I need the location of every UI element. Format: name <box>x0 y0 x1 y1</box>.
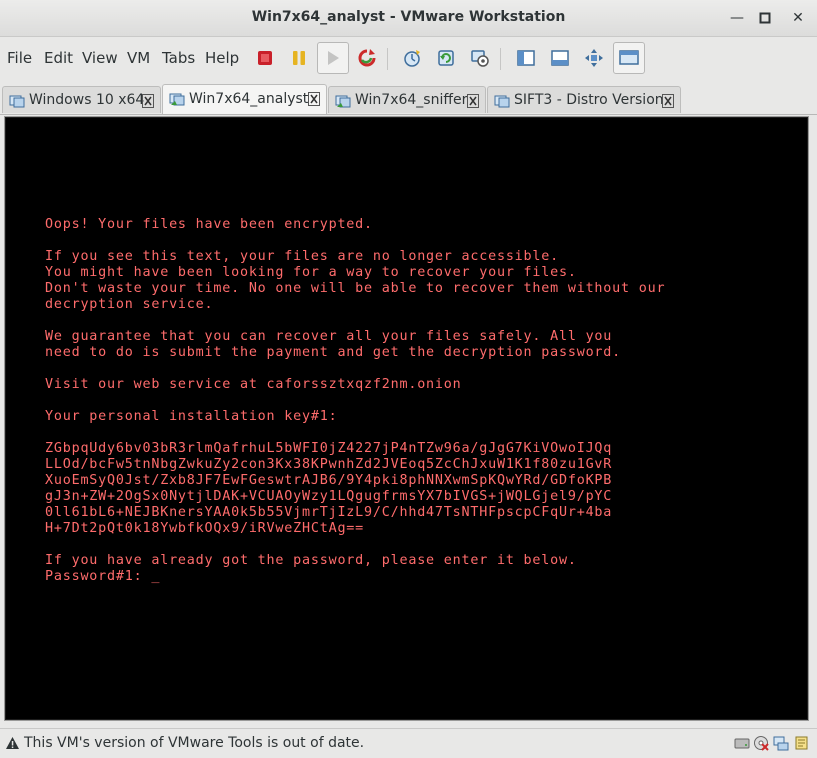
tab-win7x64-analyst[interactable]: Win7x64_analyst <box>162 84 327 114</box>
console-line: We guarantee that you can recover all yo… <box>45 329 613 344</box>
title-bar: Win7x64_analyst - VMware Workstation — ✕ <box>0 0 817 37</box>
maximize-icon <box>759 12 771 24</box>
snapshot-icon <box>404 50 420 67</box>
show-thumbnails-button[interactable] <box>546 44 574 72</box>
console-line: ZGbpqUdy6bv03bR3rlmQafrhuL5bWFI0jZ4227jP… <box>45 441 613 456</box>
status-bar: This VM's version of VMware Tools is out… <box>0 728 817 758</box>
menu-tabs[interactable]: Tabs <box>162 49 195 67</box>
ransom-note-text: Oops! Your files have been encrypted. If… <box>45 217 665 585</box>
pause-icon <box>293 51 305 65</box>
menu-help[interactable]: Help <box>205 49 239 67</box>
console-line: If you see this text, your files are no … <box>45 249 559 264</box>
console-line: LLOd/bcFw5tnNbgZwkuZy2con3Kx38KPwnhZd2JV… <box>45 457 613 472</box>
console-line: Visit our web service at caforssztxqzf2n… <box>45 377 462 392</box>
console-line: gJ3n+ZW+2OgSx0NytjlDAK+VCUAOyWzy1LQgugfr… <box>45 489 613 504</box>
vm-icon <box>494 95 510 108</box>
console-line: H+7Dt2pQt0k18YwbfkOQx9/iRVweZHCtAg== <box>45 521 365 536</box>
maximize-button[interactable] <box>755 8 775 28</box>
console-line: XuoEmSyQ0Jst/Zxb8JF7EwFGeswtrAJB6/9Y4pki… <box>45 473 613 488</box>
close-tab-icon[interactable] <box>308 92 320 106</box>
vm-console[interactable]: Oops! Your files have been encrypted. If… <box>6 118 807 719</box>
window-title: Win7x64_analyst - VMware Workstation <box>251 9 566 25</box>
close-tab-icon[interactable] <box>467 94 479 108</box>
power-off-icon <box>258 51 272 65</box>
show-thumbnails-icon <box>551 50 569 66</box>
tab-label: Win7x64_analyst <box>189 91 309 107</box>
vm-icon <box>9 95 25 108</box>
console-line: You might have been looking for a way to… <box>45 265 577 280</box>
fit-guest-button[interactable] <box>580 44 608 72</box>
tab-win7x64-sniffer[interactable]: Win7x64_sniffer <box>328 86 486 113</box>
console-line: Your personal installation key#1: <box>45 409 338 424</box>
snapshot-manager-icon <box>471 50 489 67</box>
vm-tab-bar: Windows 10 x64 Win7x64_analyst Win7x64_s… <box>0 84 817 115</box>
console-line: Oops! Your files have been encrypted. <box>45 217 373 232</box>
console-view-icon <box>619 50 639 65</box>
reset-icon <box>358 49 376 67</box>
menu-toolbar-bar: File Edit View VM Tabs Help <box>0 37 817 81</box>
show-sidebar-icon <box>517 50 535 66</box>
tab-label: SIFT3 - Distro Version <box>514 92 664 108</box>
menu-view[interactable]: View <box>82 49 118 67</box>
vm-icon <box>335 95 351 108</box>
toolbar-separator <box>387 48 388 70</box>
network-adapter-icon[interactable] <box>773 735 789 751</box>
tab-label: Windows 10 x64 <box>29 92 145 108</box>
reset-button[interactable] <box>353 44 381 72</box>
hard-disk-icon[interactable] <box>734 735 750 751</box>
text-cursor: _ <box>151 569 161 584</box>
message-log-icon[interactable] <box>794 735 810 751</box>
console-view-button[interactable] <box>613 42 645 74</box>
minimize-button[interactable]: — <box>727 8 747 28</box>
console-line: Don't waste your time. No one will be ab… <box>45 281 666 296</box>
warning-icon <box>6 737 19 749</box>
menu-file[interactable]: File <box>7 49 32 67</box>
power-off-button[interactable] <box>251 44 279 72</box>
cd-rom-icon[interactable] <box>753 735 769 751</box>
close-button[interactable]: ✕ <box>788 8 808 28</box>
console-line: need to do is submit the payment and get… <box>45 345 622 360</box>
console-line: decryption service. <box>45 297 214 312</box>
tab-sift3-distro-version[interactable]: SIFT3 - Distro Version <box>487 86 681 113</box>
revert-snapshot-icon <box>438 50 454 66</box>
menu-edit[interactable]: Edit <box>44 49 73 67</box>
tab-label: Win7x64_sniffer <box>355 92 468 108</box>
tab-windows-10-x64[interactable]: Windows 10 x64 <box>2 86 161 113</box>
play-button[interactable] <box>317 42 349 74</box>
pause-button[interactable] <box>285 44 313 72</box>
toolbar-separator <box>500 48 501 70</box>
show-sidebar-button[interactable] <box>512 44 540 72</box>
fit-guest-icon <box>585 49 603 67</box>
close-tab-icon[interactable] <box>142 94 154 108</box>
menu-vm[interactable]: VM <box>127 49 150 67</box>
revert-snapshot-button[interactable] <box>432 44 460 72</box>
vm-icon <box>169 93 185 106</box>
snapshot-button[interactable] <box>398 44 426 72</box>
console-line: If you have already got the password, pl… <box>45 553 577 568</box>
close-tab-icon[interactable] <box>662 94 674 108</box>
console-line: Password#1: <box>45 569 152 584</box>
play-icon <box>328 51 339 65</box>
console-line: 0ll61bL6+NEJBKnersYAA0k5b55VjmrTjIzL9/C/… <box>45 505 613 520</box>
vmware-tools-warning[interactable]: This VM's version of VMware Tools is out… <box>24 735 364 751</box>
snapshot-manager-button[interactable] <box>466 44 494 72</box>
